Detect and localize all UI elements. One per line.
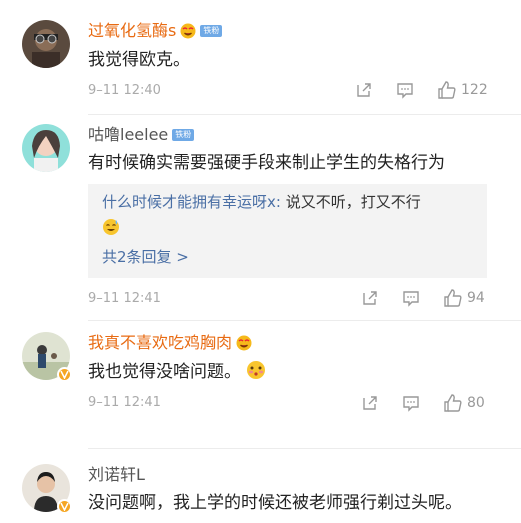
level-badge: 铁粉 (172, 129, 195, 141)
thumbs-up-icon (444, 394, 462, 412)
reply-username[interactable]: 什么时候才能拥有幸运呀x: (102, 193, 281, 211)
comment-text: 没问题啊，我上学的时候还被老师强行剃过头呢。 (88, 493, 462, 513)
reply-button[interactable] (402, 394, 420, 412)
timestamp: 9–11 12:41 (88, 291, 161, 306)
avatar[interactable] (22, 464, 72, 514)
divider (88, 320, 521, 321)
level-badge: 铁粉 (200, 25, 223, 37)
reply-button[interactable] (402, 289, 420, 307)
like-count: 94 (467, 290, 485, 306)
like-button[interactable]: 80 (443, 393, 485, 413)
share-icon (357, 83, 371, 97)
vip-emoji-icon (180, 23, 196, 39)
share-icon (363, 291, 377, 305)
avatar[interactable] (22, 20, 70, 68)
reply-icon (403, 291, 419, 307)
divider (88, 114, 521, 115)
like-count: 122 (461, 82, 488, 98)
divider (88, 448, 521, 449)
reply-button[interactable] (396, 81, 414, 99)
thumbs-up-icon (438, 81, 456, 99)
share-button[interactable] (361, 394, 379, 412)
username[interactable]: 刘诺轩L (88, 465, 145, 485)
verified-badge-icon (57, 367, 72, 382)
sweat-smile-emoji-icon (103, 219, 119, 235)
comment-text-content: 我也觉得没啥问题。 (88, 362, 241, 382)
username[interactable]: 我真不喜欢吃鸡胸肉 (88, 333, 232, 353)
share-icon (363, 396, 377, 410)
reply-emoji (102, 218, 120, 242)
thumbs-up-icon (444, 289, 462, 307)
share-button[interactable] (355, 81, 373, 99)
username[interactable]: 咕噜leelee (88, 125, 168, 145)
reply-text: 说又不听，打又不行 (280, 193, 421, 211)
timestamp: 9–11 12:41 (88, 395, 161, 410)
vip-emoji-icon (236, 335, 252, 351)
share-button[interactable] (361, 289, 379, 307)
reply-preview[interactable]: 什么时候才能拥有幸运呀x: 说又不听，打又不行 共2条回复 > (88, 184, 487, 278)
username[interactable]: 过氧化氢酶s (88, 21, 176, 41)
view-more-replies-link[interactable]: 共2条回复 > (102, 246, 189, 268)
like-button[interactable]: 94 (443, 288, 485, 308)
verified-badge-icon (57, 499, 72, 514)
avatar[interactable] (22, 124, 70, 172)
timestamp: 9–11 12:40 (88, 83, 161, 98)
comment-text: 我也觉得没啥问题。 (88, 360, 266, 384)
comment-text: 我觉得欧克。 (88, 50, 190, 70)
like-count: 80 (467, 395, 485, 411)
blushing-emoji-icon (247, 361, 266, 379)
like-button[interactable]: 122 (437, 80, 488, 100)
avatar[interactable] (22, 332, 72, 382)
reply-icon (397, 83, 413, 99)
reply-line: 什么时候才能拥有幸运呀x: 说又不听，打又不行 (102, 191, 421, 213)
reply-icon (403, 396, 419, 412)
comment-text: 有时候确实需要强硬手段来制止学生的失格行为 (88, 153, 445, 173)
